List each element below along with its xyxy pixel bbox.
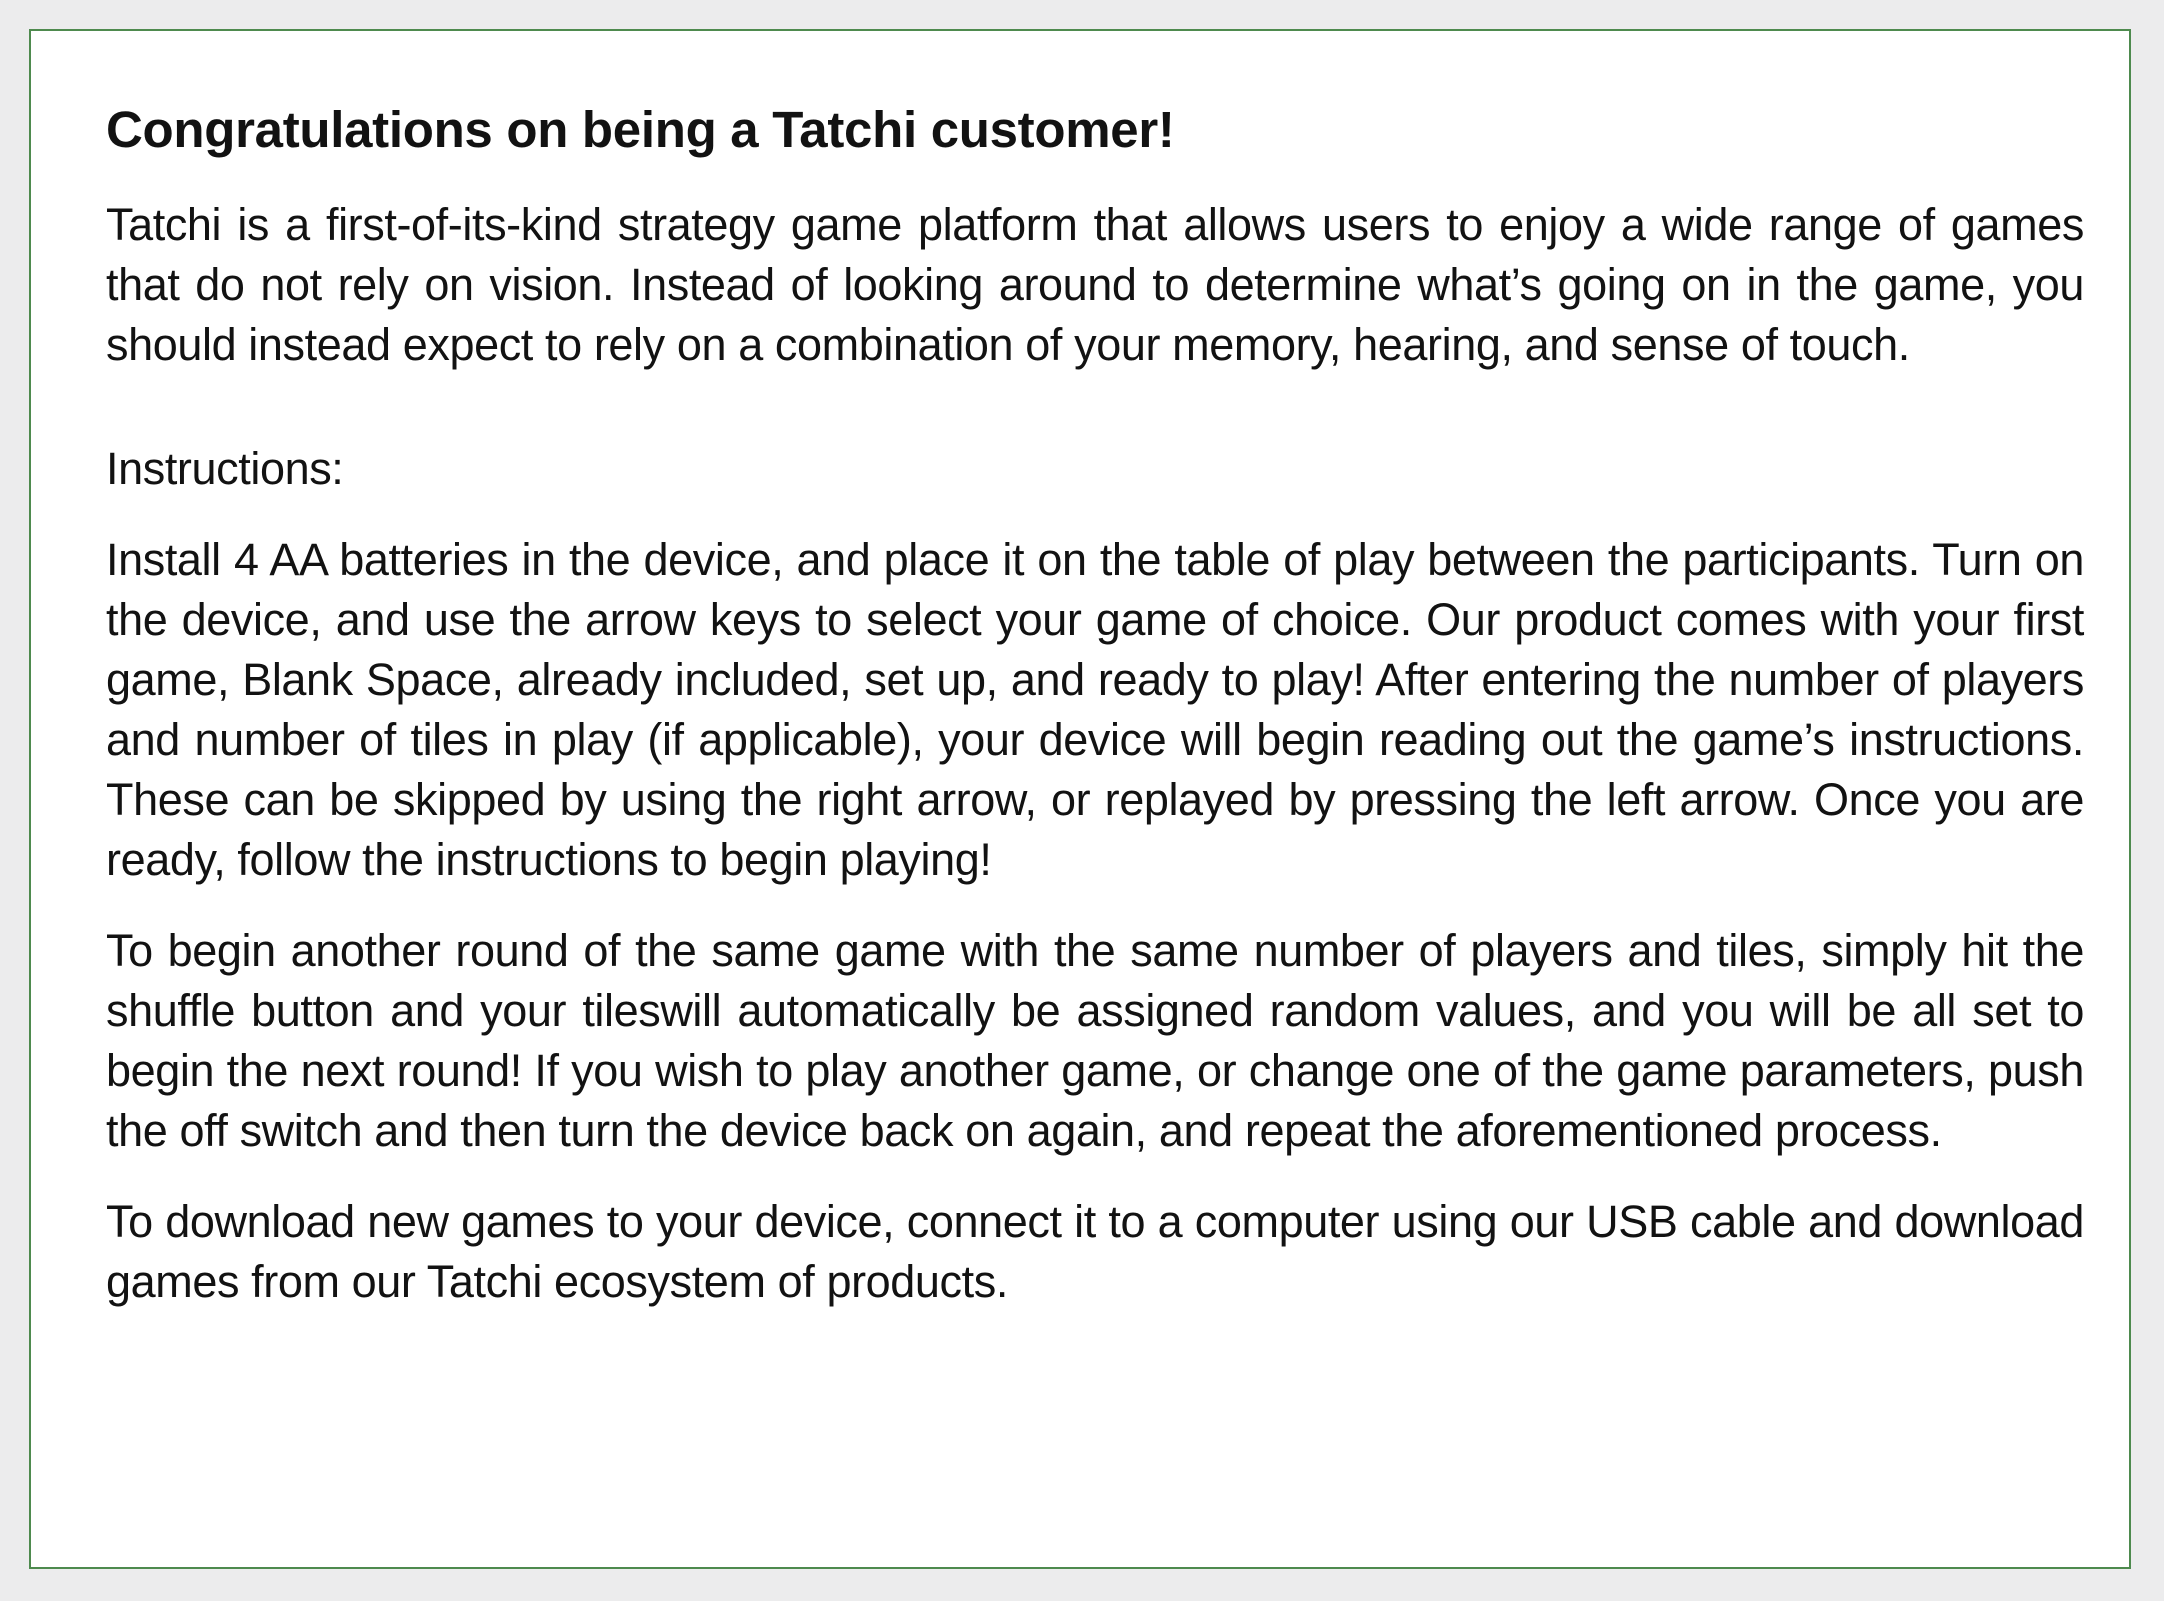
instructions-paragraph-next-round: To begin another round of the same game …	[106, 925, 2084, 1156]
instructions-paragraph-download: To download new games to your device, co…	[106, 1196, 2084, 1307]
document-panel: Congratulations on being a Tatchi custom…	[29, 29, 2131, 1569]
document-content: Congratulations on being a Tatchi custom…	[106, 99, 2084, 1312]
instructions-heading: Instructions:	[106, 443, 344, 494]
intro-paragraph: Tatchi is a first-of-its-kind strategy g…	[106, 199, 2084, 370]
page-title: Congratulations on being a Tatchi custom…	[106, 101, 1175, 158]
instructions-paragraph-setup: Install 4 AA batteries in the device, an…	[106, 534, 2084, 885]
